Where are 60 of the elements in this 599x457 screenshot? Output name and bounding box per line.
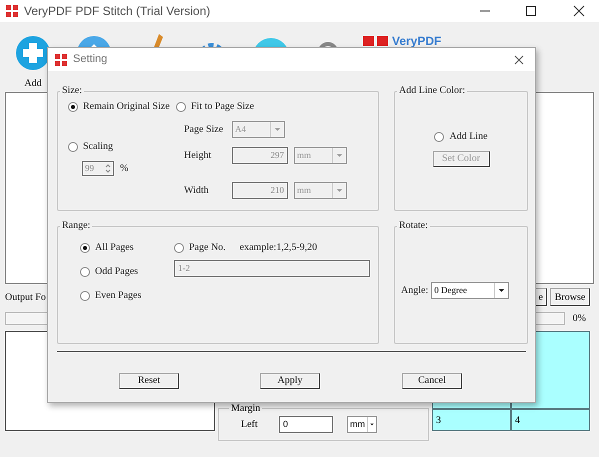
app-icon — [55, 54, 67, 66]
unit-dropdown[interactable]: mm — [294, 147, 347, 164]
grid-cell: 4 — [512, 410, 589, 430]
radio-button[interactable] — [434, 132, 444, 142]
radio-label: Add Line — [449, 131, 488, 143]
output-label: Output Fo — [5, 290, 46, 304]
percent-sign: % — [120, 162, 128, 174]
radio-button[interactable] — [176, 102, 186, 112]
close-icon[interactable] — [514, 54, 524, 64]
field-label: Angle: — [401, 284, 428, 296]
radio-label: Scaling — [83, 141, 113, 153]
unit-dropdown[interactable]: mm — [347, 416, 377, 433]
progress-reading: 0% — [572, 312, 586, 326]
page-size-dropdown[interactable]: A4 — [232, 121, 285, 138]
toolbar-label: Add — [24, 77, 42, 91]
page-number-field[interactable]: 1-2 — [174, 260, 370, 277]
logo-text: VeryPDF — [392, 36, 442, 46]
radio-label: Even Pages — [95, 290, 142, 302]
maximize-icon[interactable] — [525, 5, 537, 17]
radio-button[interactable] — [80, 267, 90, 277]
radio-label: Page No. — [189, 242, 226, 254]
grid-cell: 3 — [433, 410, 510, 430]
scaling-spinner[interactable]: 99 — [82, 161, 114, 176]
dialog-title: Setting — [73, 52, 108, 68]
example-hint: example:1,2,5-9,20 — [240, 242, 318, 254]
field-label: Page Size — [184, 124, 224, 136]
dialog-button[interactable]: Apply — [260, 373, 320, 389]
radio-button[interactable] — [68, 102, 78, 112]
width-field[interactable]: 210 — [232, 182, 288, 199]
close-icon[interactable] — [573, 5, 585, 17]
radio-label: All Pages — [95, 242, 134, 254]
radio-label: Odd Pages — [95, 266, 138, 278]
radio-label: Fit to Page Size — [191, 101, 254, 113]
dialog-button[interactable]: Reset — [119, 373, 179, 389]
radio-button[interactable] — [174, 243, 184, 253]
radio-label: Remain Original Size — [83, 101, 170, 113]
margin-field[interactable]: 0 — [279, 416, 333, 433]
window-title: VeryPDF PDF Stitch (Trial Version) — [24, 3, 212, 20]
group-title: Add Line Color: — [398, 85, 466, 97]
radio-button[interactable] — [68, 142, 78, 152]
field-label: Height — [184, 150, 212, 162]
radio-button[interactable] — [80, 291, 90, 301]
field-label: Left — [241, 418, 259, 432]
dialog-button[interactable]: Set Color — [432, 151, 490, 167]
group-title: Range: — [61, 220, 92, 232]
field-label: Width — [184, 184, 210, 196]
app-icon — [6, 5, 18, 17]
group-title: Size: — [61, 85, 83, 97]
add-icon[interactable] — [16, 36, 50, 70]
group-title: Margin — [230, 402, 262, 416]
caret-icon — [367, 417, 376, 432]
height-field[interactable]: 297 — [232, 147, 288, 164]
browse-button[interactable]: Browse — [550, 288, 590, 306]
unit-dropdown[interactable]: mm — [294, 182, 347, 199]
group-title: Rotate: — [398, 220, 429, 232]
logo-icon — [363, 36, 389, 46]
dialog-button[interactable]: Cancel — [402, 373, 462, 389]
angle-dropdown[interactable]: 0 Degree — [431, 282, 510, 299]
radio-button[interactable] — [80, 243, 90, 253]
spin-arrows-icon — [103, 162, 113, 175]
